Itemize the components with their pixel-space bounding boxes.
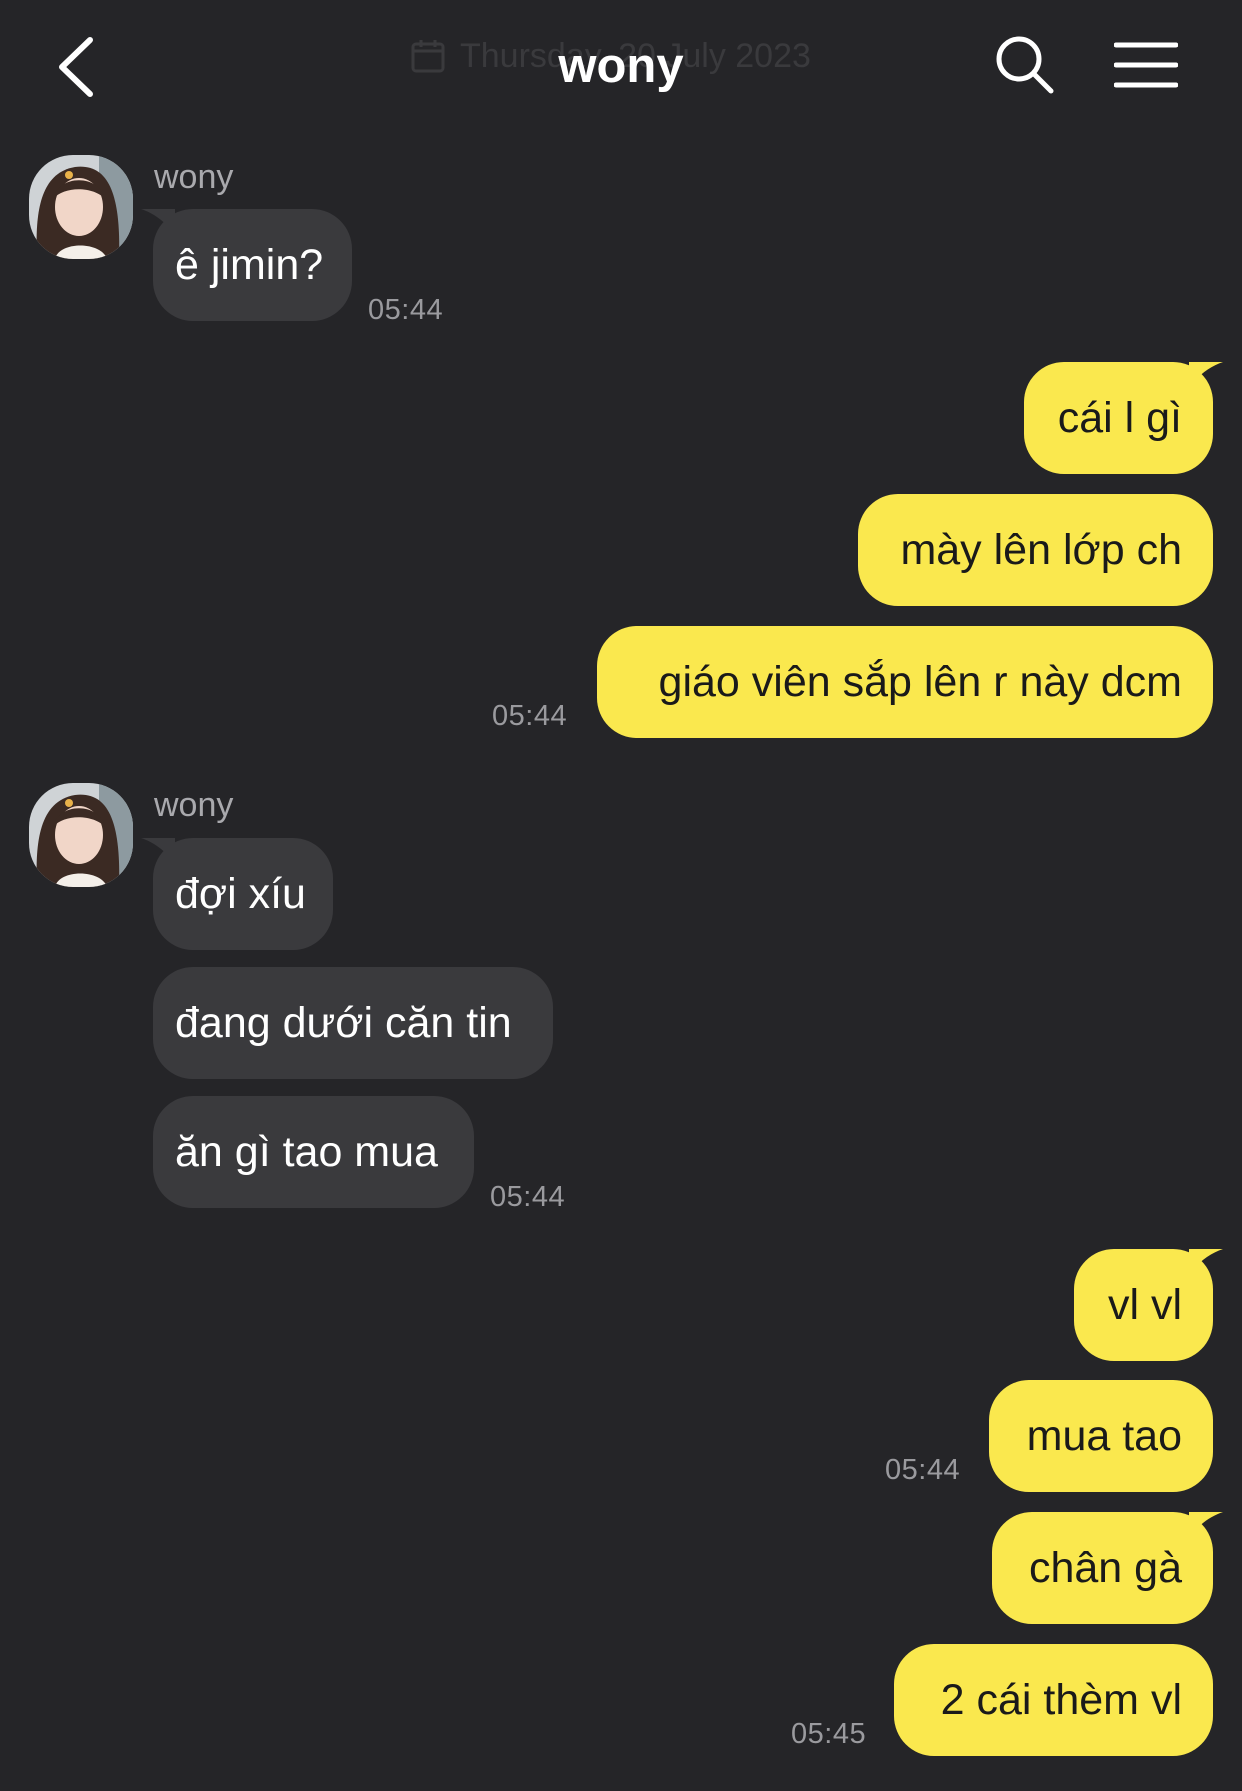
message-text: cái l gì xyxy=(1057,393,1182,442)
message-bubble-incoming[interactable]: đợi xíu xyxy=(141,838,333,950)
bubble-tail xyxy=(141,838,175,864)
menu-button[interactable] xyxy=(1113,40,1179,90)
message-text: đợi xíu xyxy=(175,869,306,918)
message-timestamp: 05:44 xyxy=(492,700,568,732)
message-text: chân gà xyxy=(1028,1543,1182,1592)
sender-name: wony xyxy=(154,786,234,824)
message-bubble-outgoing[interactable]: mua tao xyxy=(989,1380,1213,1492)
contact-avatar[interactable] xyxy=(29,783,133,887)
bubble-tail xyxy=(141,209,175,235)
chat-screen: Thursday, 20 July 2023 wony wony ê jimin… xyxy=(0,0,1242,1791)
message-bubble-incoming[interactable]: ê jimin? xyxy=(141,209,352,321)
message-bubble-outgoing[interactable]: chân gà xyxy=(992,1512,1223,1624)
search-button[interactable] xyxy=(994,34,1056,96)
message-timestamp: 05:44 xyxy=(885,1454,961,1486)
message-text: mày lên lớp ch xyxy=(900,525,1182,574)
message-bubble-outgoing[interactable]: cái l gì xyxy=(1024,362,1223,474)
message-bubble-incoming[interactable]: ăn gì tao mua xyxy=(153,1096,474,1208)
avatar-photo xyxy=(29,155,133,259)
message-timestamp: 05:44 xyxy=(368,294,444,326)
message-bubble-outgoing[interactable]: mày lên lớp ch xyxy=(858,494,1213,606)
bubble-tail xyxy=(1189,362,1223,388)
bubble-tail xyxy=(1189,1512,1223,1538)
avatar-photo xyxy=(29,783,133,887)
message-bubble-outgoing[interactable]: 2 cái thèm vl xyxy=(894,1644,1213,1756)
chat-header: Thursday, 20 July 2023 wony xyxy=(0,0,1242,130)
sender-name: wony xyxy=(154,158,234,196)
message-text: 2 cái thèm vl xyxy=(940,1675,1182,1724)
message-text: mua tao xyxy=(1026,1411,1182,1460)
message-bubble-outgoing[interactable]: vl vl xyxy=(1074,1249,1223,1361)
message-text: giáo viên sắp lên r này dcm xyxy=(658,657,1182,706)
message-text: vl vl xyxy=(1107,1280,1182,1329)
message-text: đang dưới căn tin xyxy=(175,998,512,1047)
bubble-tail xyxy=(1189,1249,1223,1275)
message-bubble-outgoing[interactable]: giáo viên sắp lên r này dcm xyxy=(597,626,1213,738)
message-timestamp: 05:45 xyxy=(791,1718,867,1750)
search-icon xyxy=(996,36,1054,94)
message-text: ăn gì tao mua xyxy=(175,1127,438,1176)
message-bubble-incoming[interactable]: đang dưới căn tin xyxy=(153,967,553,1079)
message-timestamp: 05:44 xyxy=(490,1181,566,1213)
hamburger-menu-icon xyxy=(1113,42,1179,88)
message-text: ê jimin? xyxy=(175,240,324,289)
contact-avatar[interactable] xyxy=(29,155,133,259)
